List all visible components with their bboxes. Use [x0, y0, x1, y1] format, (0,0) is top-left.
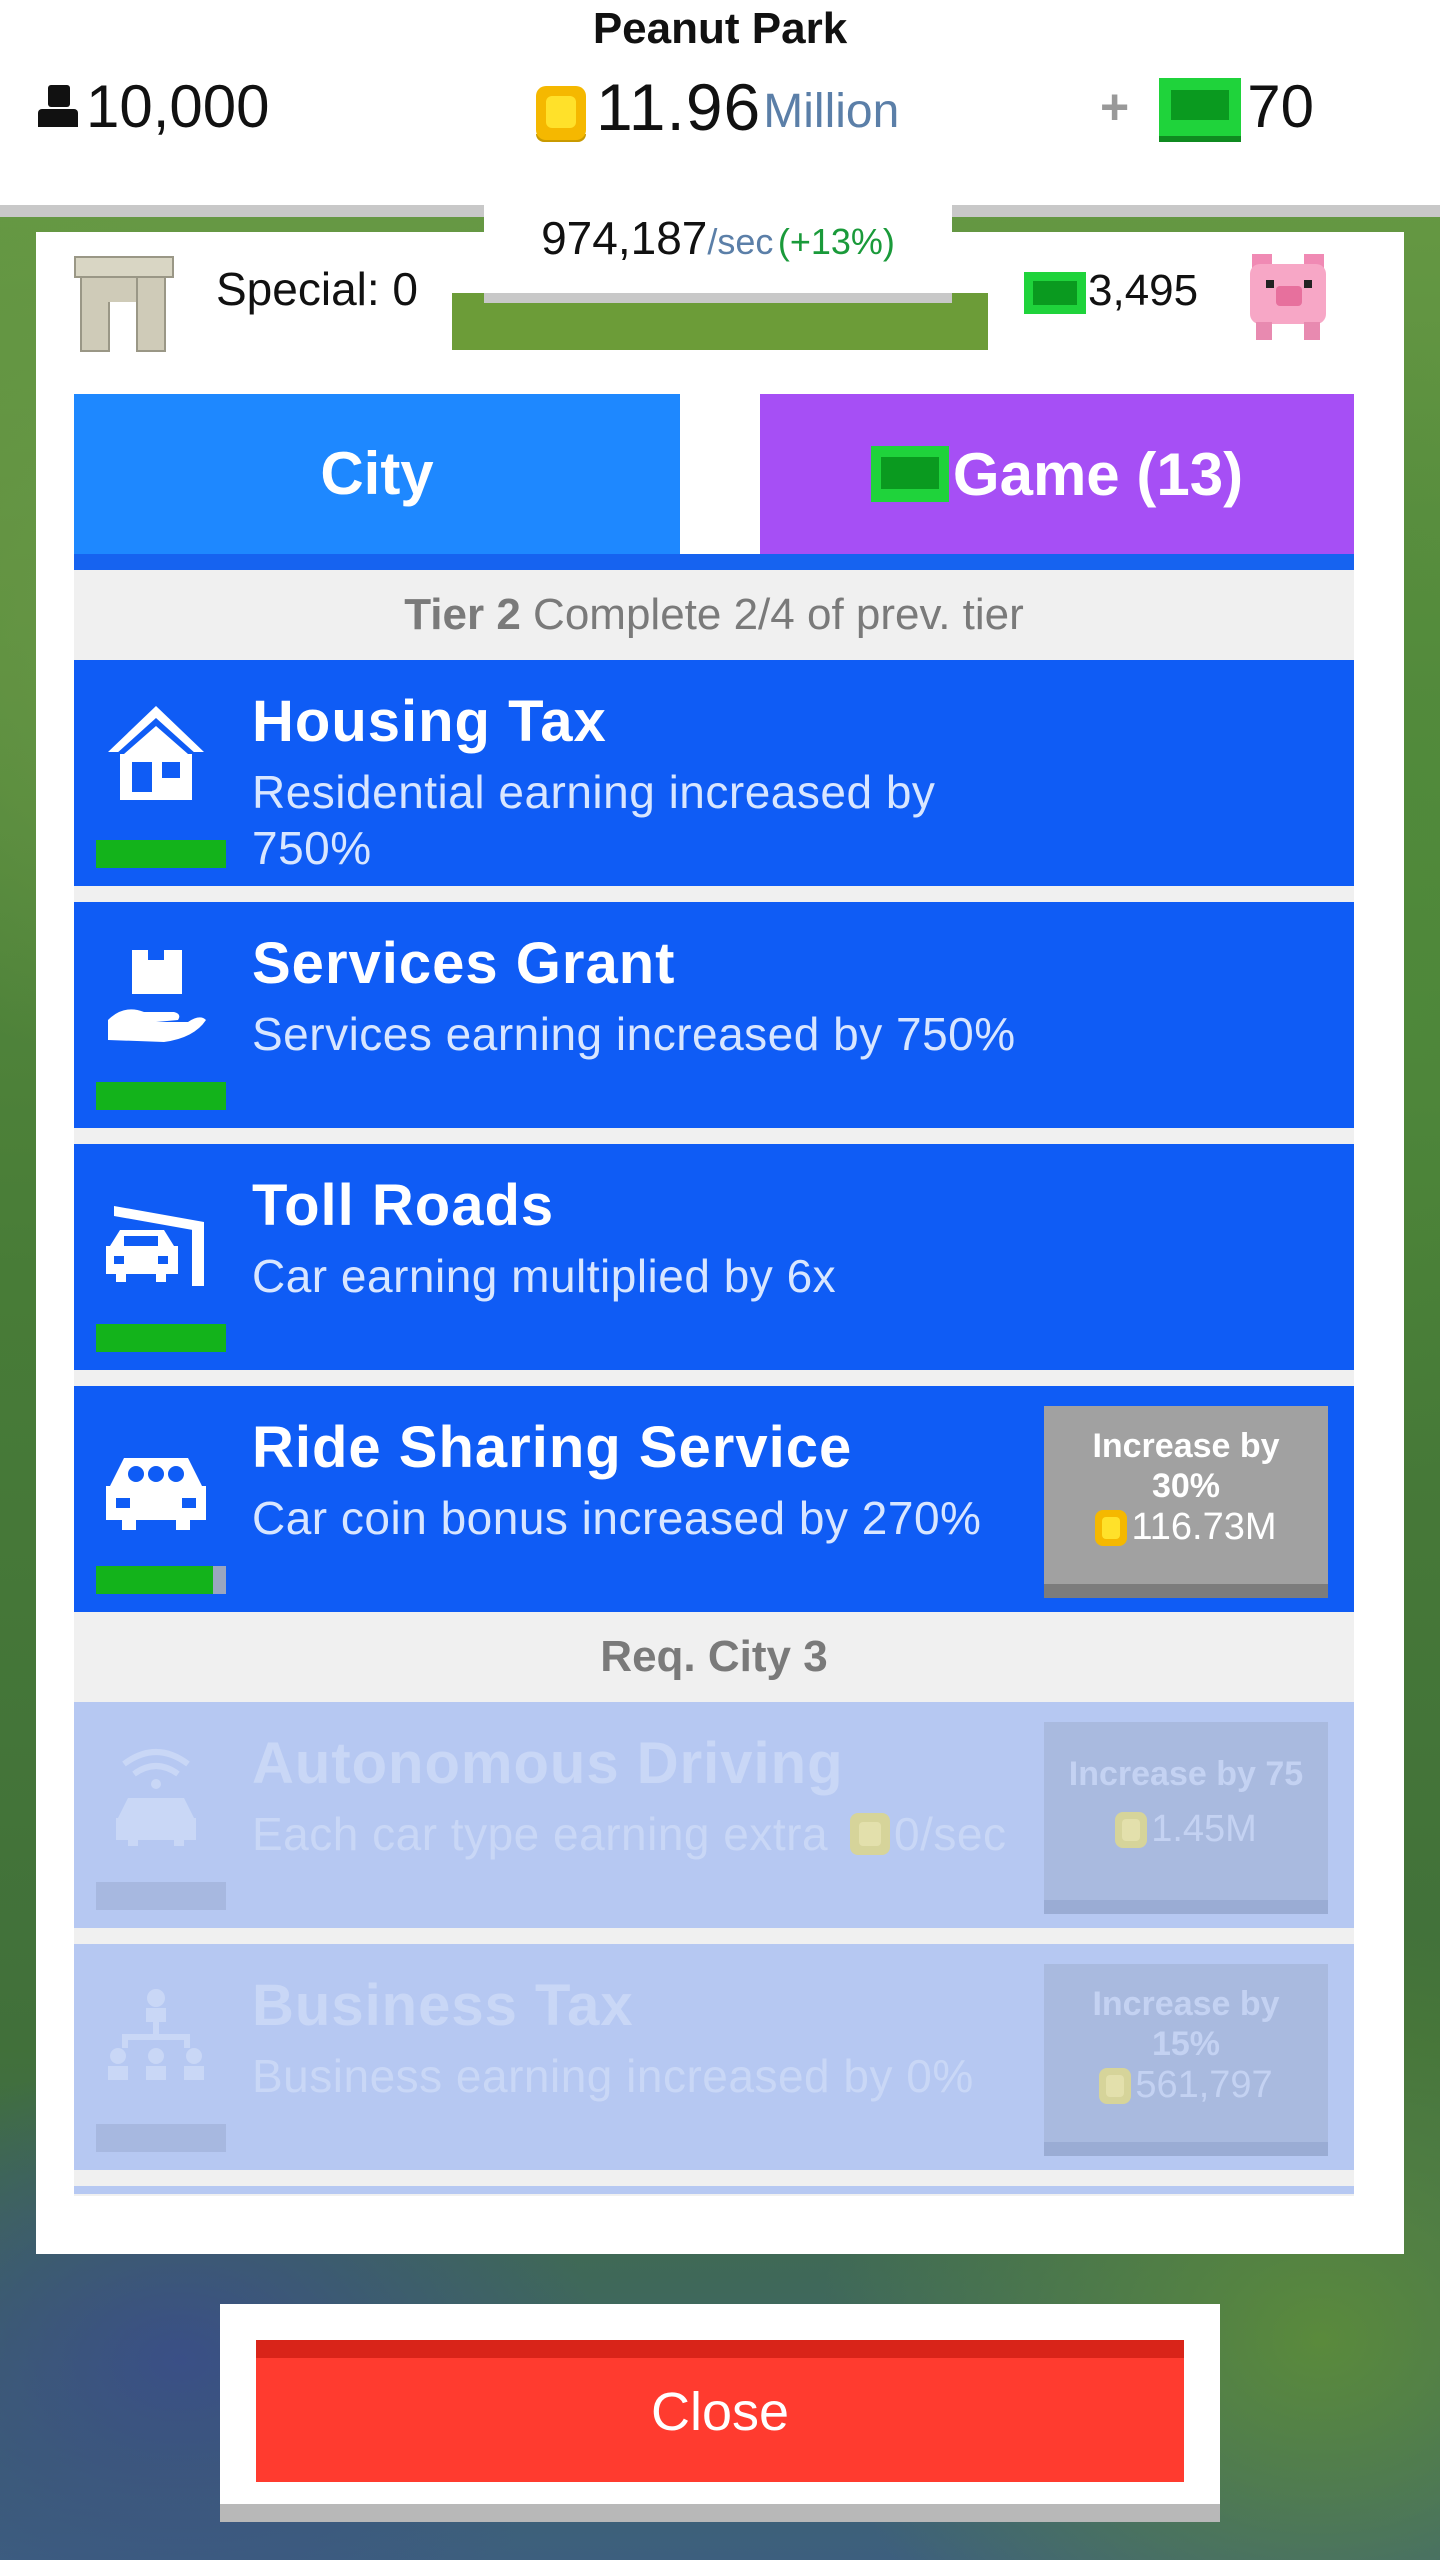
piggy-bank-value: 3,495: [1088, 266, 1199, 315]
upgrade-description: Residential earning increased by 750%: [252, 766, 936, 874]
upgrade-description: Each car type earning extra 0/sec: [252, 1806, 1112, 1862]
upgrade-progress-bar: [96, 1882, 226, 1910]
income-rate-value: 974,187: [541, 212, 708, 264]
increase-cost: 116.73M: [1131, 1506, 1277, 1548]
cash-bill-icon: [870, 446, 949, 502]
tab-city[interactable]: City: [74, 394, 680, 554]
income-rate: 974,187/sec (+13%): [484, 203, 952, 303]
arch-landmark-icon[interactable]: [74, 252, 174, 352]
upgrade-title: Toll Roads: [252, 1173, 555, 1238]
upgrade-card-housing-tax[interactable]: Housing Tax Residential earning increase…: [74, 660, 1354, 886]
org-chart-icon: [104, 1984, 208, 2094]
top-bar: Peanut Park 10,000 11.96 Million + 70: [0, 0, 1440, 217]
tier-header: Tier 2 Complete 2/4 of prev. tier: [74, 570, 1354, 660]
list-next-item-edge: [74, 2186, 1354, 2194]
upgrade-progress-bar: [96, 840, 226, 868]
upgrade-title: Autonomous Driving: [252, 1731, 844, 1796]
tab-game-label: Game (13): [952, 440, 1244, 508]
upgrade-description: Car earning multiplied by 6x: [252, 1250, 837, 1302]
city-name: Peanut Park: [592, 4, 848, 53]
coin-icon: [536, 82, 588, 142]
upgrade-description-text: Each car type earning extra: [252, 1808, 829, 1860]
income-rate-bonus: (+13%): [777, 221, 895, 262]
car-passengers-icon: [104, 1426, 208, 1536]
upgrade-title: Ride Sharing Service: [252, 1415, 853, 1480]
cash-display[interactable]: + 70: [1100, 72, 1314, 142]
house-icon: [104, 700, 208, 810]
increase-cost: 1.45M: [1151, 1808, 1257, 1850]
upgrade-progress-bar: [96, 2124, 226, 2152]
increase-button[interactable]: Increase by 75 1.45M: [1044, 1722, 1328, 1914]
special-count: Special: 0: [216, 263, 419, 315]
upgrade-card-autonomous-driving[interactable]: Autonomous Driving Each car type earning…: [74, 1702, 1354, 1928]
increase-button[interactable]: Increase by 15% 561,797: [1044, 1964, 1328, 2156]
cash-value: 70: [1247, 73, 1314, 140]
increase-label: Increase by: [1092, 1427, 1280, 1465]
increase-label: Increase by 75: [1068, 1755, 1304, 1793]
increase-button[interactable]: Increase by 30% 116.73M: [1044, 1406, 1328, 1598]
upgrade-description: Services earning increased by 750%: [252, 1008, 1016, 1060]
upgrade-description-value: 0/sec: [894, 1808, 1007, 1860]
tab-underline: [74, 554, 1354, 570]
tab-game[interactable]: Game (13): [760, 394, 1354, 554]
upgrade-progress-bar: [96, 1082, 226, 1110]
upgrade-list[interactable]: Tier 2 Complete 2/4 of prev. tier Housin…: [74, 570, 1354, 2196]
income-rate-unit: /sec: [707, 221, 774, 262]
population-display: 10,000: [36, 72, 270, 141]
coin-icon: [850, 1813, 891, 1855]
upgrade-title: Housing Tax: [252, 689, 607, 754]
piggy-bank-icon[interactable]: [1246, 246, 1330, 342]
population-value: 10,000: [86, 73, 270, 140]
upgrade-progress-bar: [96, 1324, 226, 1352]
coin-icon: [1115, 1811, 1148, 1848]
upgrade-title: Services Grant: [252, 931, 676, 996]
coins-display: 11.96 Million: [536, 72, 899, 142]
upgrade-card-business-tax[interactable]: Business Tax Business earning increased …: [74, 1944, 1354, 2170]
upgrade-description: Car coin bonus increased by 270%: [252, 1492, 982, 1544]
autonomous-car-icon: [104, 1742, 208, 1852]
person-icon: [36, 83, 80, 131]
increase-label: Increase by: [1092, 1985, 1280, 2023]
upgrade-card-services-grant[interactable]: Services Grant Services earning increase…: [74, 902, 1354, 1128]
add-cash-button[interactable]: +: [1100, 78, 1129, 136]
upgrade-title: Business Tax: [252, 1973, 634, 2038]
coin-icon: [1095, 1509, 1128, 1546]
hand-box-icon: [104, 942, 208, 1052]
coins-value: 11.96: [596, 70, 762, 144]
tier-requirement: Complete 2/4 of prev. tier: [533, 590, 1024, 639]
increase-amount: 15%: [1151, 2025, 1221, 2063]
upgrade-description: Business earning increased by 0%: [252, 2050, 974, 2102]
toll-gate-icon: [104, 1184, 208, 1294]
increase-cost: 561,797: [1135, 2064, 1273, 2106]
cash-bill-icon: [1024, 272, 1086, 314]
cash-bill-icon: [1159, 77, 1242, 142]
coin-icon: [1099, 2067, 1132, 2104]
coins-unit: Million: [763, 85, 900, 138]
tier-name: Tier 2: [404, 590, 521, 639]
locked-tier-header: Req. City 3: [600, 1632, 828, 1681]
upgrade-card-toll-roads[interactable]: Toll Roads Car earning multiplied by 6x: [74, 1144, 1354, 1370]
upgrade-progress-bar: [96, 1566, 226, 1594]
close-button-frame: Close: [220, 2304, 1220, 2522]
close-button[interactable]: Close: [256, 2340, 1184, 2482]
upgrade-card-ride-sharing[interactable]: Ride Sharing Service Car coin bonus incr…: [74, 1386, 1354, 1612]
increase-amount: 30%: [1151, 1467, 1221, 1505]
